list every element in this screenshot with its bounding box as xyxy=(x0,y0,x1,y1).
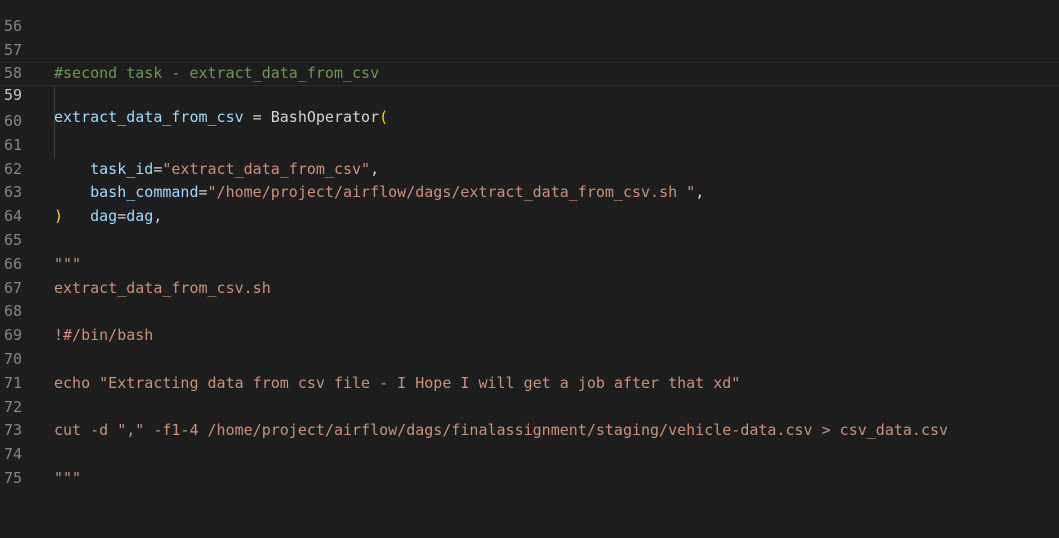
code-line[interactable]: 61 bash_command="/home/project/airflow/d… xyxy=(0,109,1059,201)
code-line[interactable]: 66 extract_data_from_csv.sh xyxy=(0,229,1059,297)
code-line[interactable]: 72 cut -d "," -f1-4 /home/project/airflo… xyxy=(0,372,1059,440)
docstring-text: """ xyxy=(54,468,82,487)
code-line[interactable]: 60 task_id="extract_data_from_csv", xyxy=(0,86,1059,178)
indent-guide xyxy=(54,109,55,134)
code-line[interactable]: 75 xyxy=(0,443,1059,487)
code-line[interactable]: 74 """ xyxy=(0,419,1059,487)
code-line[interactable]: 71 xyxy=(0,348,1059,392)
code-line[interactable]: 58 xyxy=(0,39,1059,82)
code-line[interactable]: 67 xyxy=(0,253,1059,297)
code-line-current[interactable]: 59 extract_data_from_csv = BashOperator( xyxy=(0,62,1059,126)
indent-guide xyxy=(54,133,55,158)
code-line[interactable]: 73 xyxy=(0,396,1059,439)
code-line[interactable]: 68 !#/bin/bash xyxy=(0,277,1059,344)
code-line[interactable]: 65 """ xyxy=(0,205,1059,273)
code-line[interactable]: 56 xyxy=(0,0,1059,35)
line-number: 75 xyxy=(3,468,22,487)
code-line[interactable]: 57 #second task - extract_data_from_csv xyxy=(0,15,1059,83)
indent-guide xyxy=(54,86,55,110)
code-line[interactable]: 62 dag=dag, xyxy=(0,133,1059,225)
code-editor[interactable]: 56 57 #second task - extract_data_from_c… xyxy=(0,0,1059,487)
code-line[interactable]: 63 ) xyxy=(0,158,1059,225)
code-line[interactable]: 70 echo "Extracting data from csv file -… xyxy=(0,324,1059,392)
code-line[interactable]: 69 xyxy=(0,300,1059,344)
code-line[interactable]: 64 xyxy=(0,181,1059,225)
